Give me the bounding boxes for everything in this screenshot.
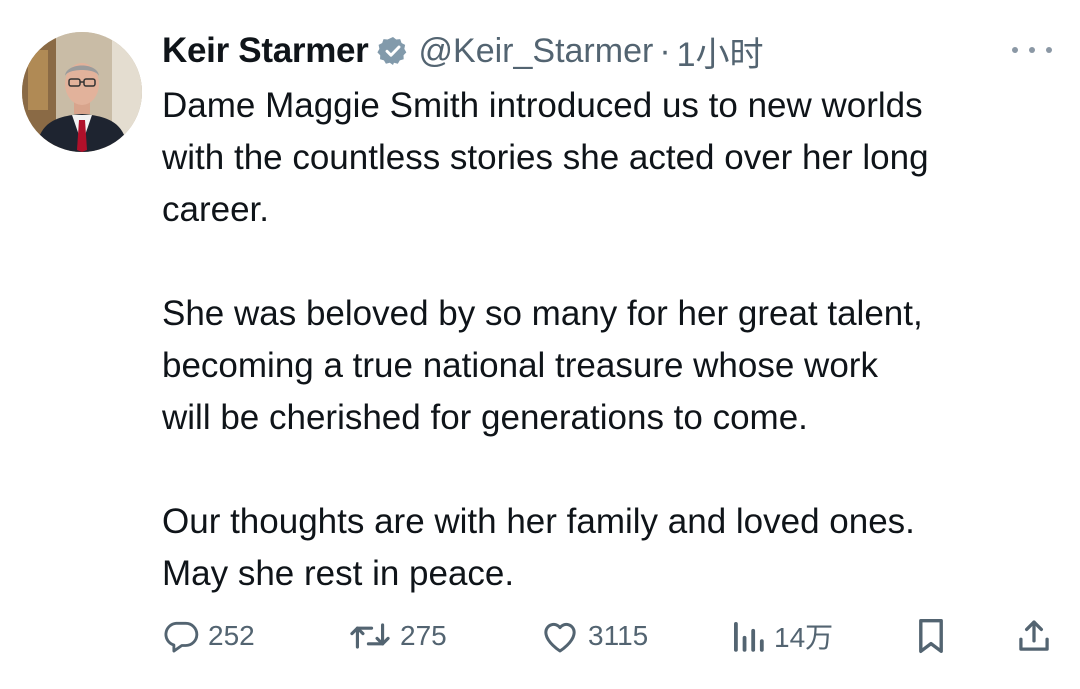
repost-button[interactable]: 275 — [348, 612, 447, 660]
avatar[interactable] — [22, 32, 142, 152]
repost-icon — [350, 623, 390, 649]
text-line: May she rest in peace. — [162, 554, 515, 593]
action-bar: 252 275 3115 14万 — [162, 612, 1057, 660]
reply-count: 252 — [208, 620, 255, 651]
tweet-text: Dame Maggie Smith introduced us to new w… — [162, 80, 1062, 600]
bookmark-button[interactable] — [914, 612, 948, 660]
reply-icon — [164, 621, 199, 653]
heart-icon — [544, 622, 576, 653]
tweet-card: Keir Starmer @Keir_Starmer · 1小时 Dame Ma… — [0, 0, 1080, 689]
tweet-header: Keir Starmer @Keir_Starmer · 1小时 — [162, 28, 764, 74]
views-button[interactable]: 14万 — [730, 612, 833, 660]
author-name[interactable]: Keir Starmer — [162, 31, 369, 71]
text-line: Our thoughts are with her family and lov… — [162, 502, 915, 541]
reply-button[interactable]: 252 — [162, 612, 255, 660]
tweet-paragraph: Dame Maggie Smith introduced us to new w… — [162, 80, 1062, 236]
share-icon — [1019, 620, 1049, 651]
views-count: 14万 — [774, 622, 834, 653]
author-handle[interactable]: @Keir_Starmer — [419, 32, 654, 71]
like-count: 3115 — [588, 620, 649, 651]
separator-dot: · — [659, 31, 671, 70]
text-line: Dame Maggie Smith introduced us to new w… — [162, 86, 923, 125]
tweet-paragraph: Our thoughts are with her family and lov… — [162, 496, 1062, 600]
text-line: She was beloved by so many for her great… — [162, 294, 923, 333]
share-button[interactable] — [1016, 612, 1052, 660]
text-line: career. — [162, 190, 269, 229]
verified-badge-icon — [376, 35, 409, 67]
analytics-icon — [734, 622, 764, 652]
bookmark-icon — [919, 618, 943, 653]
repost-count: 275 — [400, 620, 447, 651]
timestamp[interactable]: 1小时 — [677, 27, 764, 76]
text-line: will be cherished for generations to com… — [162, 398, 808, 437]
text-line: becoming a true national treasure whose … — [162, 346, 878, 385]
like-button[interactable]: 3115 — [540, 612, 648, 660]
tweet-paragraph: She was beloved by so many for her great… — [162, 288, 1062, 444]
avatar-photo — [22, 32, 142, 152]
more-options-icon[interactable] — [1012, 40, 1052, 60]
text-line: with the countless stories she acted ove… — [162, 138, 929, 177]
